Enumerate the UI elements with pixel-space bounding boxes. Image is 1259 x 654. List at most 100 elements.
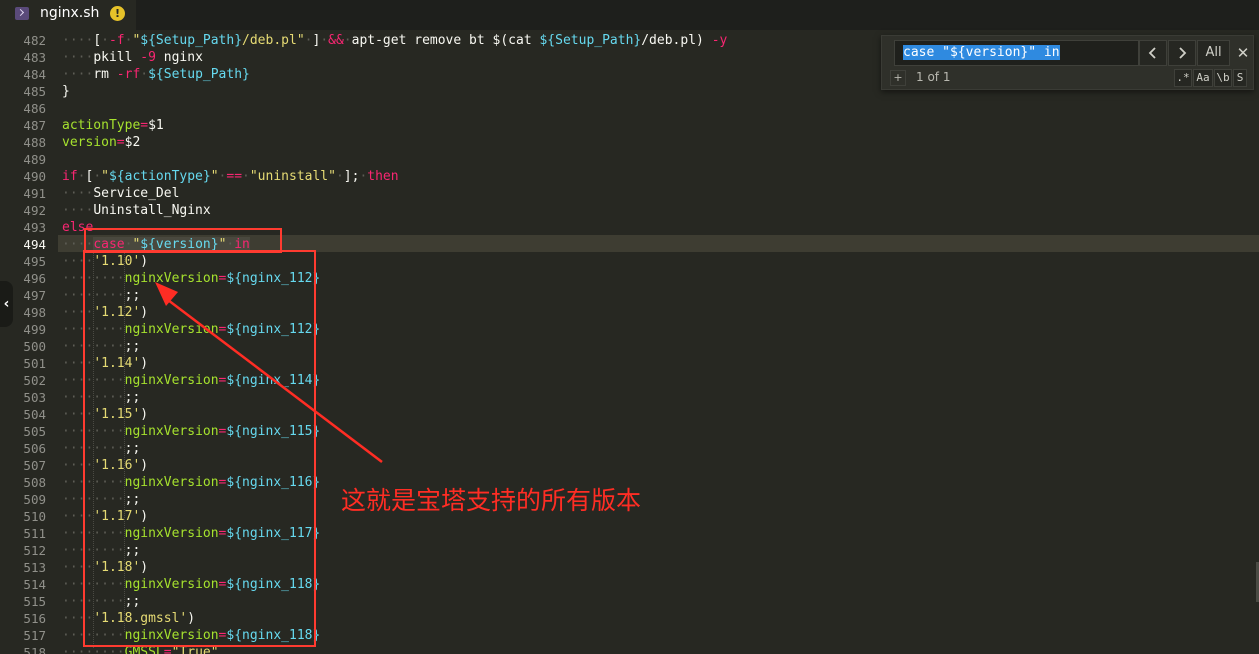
line-number: 517: [23, 628, 46, 643]
chevron-left-icon: [1148, 47, 1156, 59]
line-number: 512: [23, 543, 46, 558]
find-input[interactable]: case "${version}" in: [894, 40, 1139, 66]
find-prev-button[interactable]: [1139, 40, 1167, 66]
code-token: =: [140, 118, 149, 133]
code-token: ${Setup_Path}: [539, 33, 642, 48]
line-number: 504: [23, 407, 46, 422]
line-number: 506: [23, 441, 46, 456]
line-number: 486: [23, 101, 46, 116]
line-number: 515: [23, 594, 46, 609]
line-number: 482: [23, 33, 46, 48]
code-token: -y: [711, 33, 728, 48]
code-token: -rf: [116, 67, 141, 82]
code-line-482: ····[·-f·"${Setup_Path}/deb.pl"·]·&&·apt…: [62, 32, 727, 49]
line-number: 484: [23, 67, 46, 82]
line-number: 483: [23, 50, 46, 65]
whitespace: ····: [62, 50, 94, 65]
code-token: rm: [93, 67, 117, 82]
code-line-483: ····pkill -9 nginx: [62, 49, 203, 66]
code-token: -f: [108, 33, 125, 48]
code-token: ": [210, 169, 219, 184]
code-token: ${Setup_Path}: [148, 67, 250, 82]
code-token: =: [116, 135, 125, 150]
line-number: 510: [23, 509, 46, 524]
whitespace: ····: [62, 67, 94, 82]
code-token: [: [93, 33, 102, 48]
whitespace: ·: [335, 169, 344, 184]
whitespace: ·: [101, 33, 109, 48]
line-number: 518: [23, 645, 46, 654]
code-token: apt-get remove bt: [351, 33, 493, 48]
line-number: 513: [23, 560, 46, 575]
close-icon[interactable]: ✕: [1234, 40, 1252, 66]
line-number: 509: [23, 492, 46, 507]
code-token: /deb.pl": [242, 33, 305, 48]
warning-icon[interactable]: !: [110, 6, 125, 21]
whitespace: ·: [320, 33, 329, 48]
line-number-current: 494: [23, 237, 46, 252]
code-token: -9: [140, 50, 156, 65]
line-number: 493: [23, 220, 46, 235]
line-number: 500: [23, 339, 46, 354]
code-token: Uninstall_Nginx: [93, 203, 211, 218]
find-match-count: 1 of 1: [916, 70, 951, 84]
code-line-484: ····rm -rf·${Setup_Path}: [62, 66, 250, 83]
code-token: ": [101, 169, 109, 184]
line-number: 516: [23, 611, 46, 626]
code-line-485: }: [62, 83, 70, 100]
code-token: ${Setup_Path}: [140, 33, 243, 48]
find-next-button[interactable]: [1168, 40, 1196, 66]
code-line-491: ····Service_Del: [62, 185, 179, 202]
case-sensitive-toggle[interactable]: Aa: [1193, 69, 1213, 87]
line-number: 511: [23, 526, 46, 541]
code-token: "uninstall": [249, 169, 336, 184]
code-token: &&: [328, 33, 344, 48]
code-token: /deb.pl): [641, 33, 712, 48]
chevron-left-icon: ‹: [3, 296, 10, 312]
code-token: nginx: [155, 50, 203, 65]
line-number: 508: [23, 475, 46, 490]
code-token: ==: [226, 169, 243, 184]
whitespace: ····: [62, 33, 94, 48]
line-number: 488: [23, 135, 46, 150]
line-number: 490: [23, 169, 46, 184]
line-number: 502: [23, 373, 46, 388]
regex-toggle[interactable]: .*: [1174, 69, 1192, 87]
code-token: $1: [148, 118, 164, 133]
find-query: case "${version}" in: [903, 45, 1060, 60]
code-line-487: actionType=$1: [62, 117, 164, 134]
line-number: 489: [23, 152, 46, 167]
whole-word-toggle[interactable]: \b: [1214, 69, 1232, 87]
code-token: ${actionType}: [108, 169, 211, 184]
code-token: }: [62, 84, 70, 99]
code-token: $(cat: [492, 33, 540, 48]
whitespace: ····: [62, 203, 94, 218]
whitespace: ·: [140, 67, 149, 82]
find-all-button[interactable]: All: [1197, 40, 1230, 66]
selection-toggle[interactable]: S: [1233, 69, 1247, 87]
code-token: Service_Del: [93, 186, 180, 201]
line-number: 514: [23, 577, 46, 592]
line-number: 485: [23, 84, 46, 99]
annotation-box-versions: [83, 250, 316, 647]
whitespace: ·: [93, 169, 102, 184]
annotation-text: 这就是宝塔支持的所有版本: [341, 486, 642, 515]
find-panel: case "${version}" in All ✕ + 1 of 1 .* A…: [881, 35, 1254, 90]
code-line-492: ····Uninstall_Nginx: [62, 202, 211, 219]
whitespace: ·: [343, 33, 352, 48]
code-token: pkill: [93, 50, 141, 65]
line-number: 487: [23, 118, 46, 133]
line-number: 503: [23, 390, 46, 405]
line-number: 495: [23, 254, 46, 269]
code-line-490: if·[·"${actionType}"·==·"uninstall"·];·t…: [62, 168, 399, 185]
collapse-sidebar-button[interactable]: ‹: [0, 281, 13, 327]
tab-nginx-sh[interactable]: nginx.sh !: [0, 0, 136, 30]
find-expand-button[interactable]: +: [890, 70, 906, 86]
code-token: ];: [343, 169, 360, 184]
chevron-right-icon: [1179, 47, 1187, 59]
code-token: actionType: [62, 118, 141, 133]
code-token: version: [62, 135, 117, 150]
code-line-488: version=$2: [62, 134, 140, 151]
line-number: 507: [23, 458, 46, 473]
whitespace: ·: [242, 169, 250, 184]
